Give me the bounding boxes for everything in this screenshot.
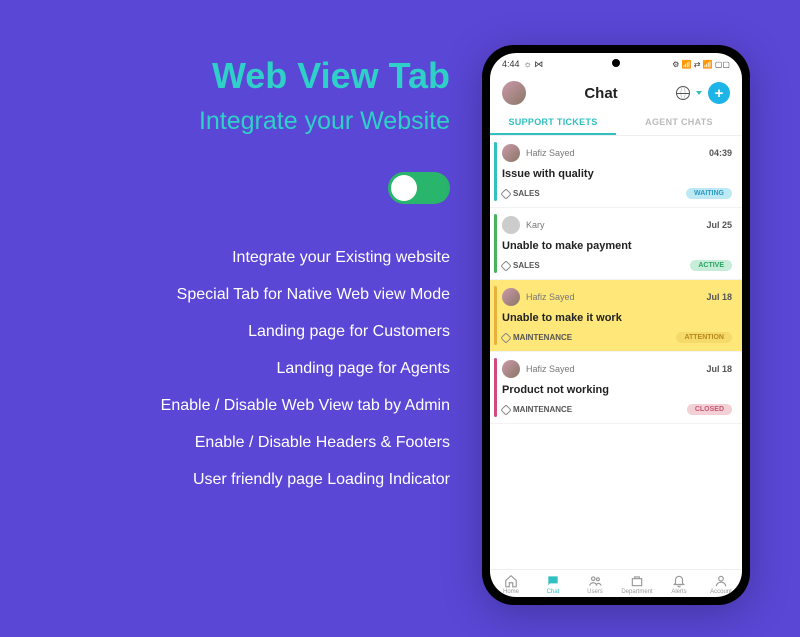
feature-item: Landing page for Customers <box>60 323 450 341</box>
ticket-author: Hafiz Sayed <box>526 148 703 158</box>
nav-label: Account <box>710 589 732 595</box>
ticket-row[interactable]: Hafiz Sayed Jul 18 Unable to make it wor… <box>490 280 742 352</box>
tag-icon <box>500 332 511 343</box>
priority-bar <box>494 214 497 273</box>
nav-chat[interactable]: Chat <box>532 574 574 595</box>
nav-label: Department <box>621 589 652 595</box>
screen-title: Chat <box>584 85 617 102</box>
tag-icon <box>500 404 511 415</box>
nav-home[interactable]: Home <box>490 574 532 595</box>
avatar[interactable] <box>502 81 526 105</box>
phone-mockup: 4:44 ☼ ⋈ ⚙ 📶 ⇄ 📶 ▢▢ Chat + SUPPORT TICKE… <box>482 45 750 605</box>
plus-icon: + <box>715 86 724 101</box>
ticket-tag: MAINTENANCE <box>502 333 572 342</box>
ticket-avatar <box>502 288 520 306</box>
ticket-avatar <box>502 144 520 162</box>
ticket-subject: Unable to make it work <box>502 312 732 324</box>
status-bar: 4:44 ☼ ⋈ ⚙ 📶 ⇄ 📶 ▢▢ <box>490 53 742 75</box>
status-right-icons: ⚙ 📶 ⇄ 📶 ▢▢ <box>672 60 730 69</box>
chevron-down-icon[interactable] <box>696 91 702 95</box>
feature-item: Enable / Disable Headers & Footers <box>60 434 450 452</box>
chat-icon <box>546 574 560 588</box>
ticket-time: Jul 18 <box>706 292 732 302</box>
bottom-nav: Home Chat Users Department Alerts Account <box>490 569 742 597</box>
tab-agent-chats[interactable]: AGENT CHATS <box>616 109 742 135</box>
status-badge: ACTIVE <box>690 260 732 271</box>
ticket-row[interactable]: Hafiz Sayed Jul 18 Product not working M… <box>490 352 742 424</box>
status-badge: CLOSED <box>687 404 732 415</box>
globe-icon[interactable] <box>676 86 690 100</box>
ticket-time: Jul 25 <box>706 220 732 230</box>
camera-hole-icon <box>612 59 620 67</box>
status-badge: ATTENTION <box>676 332 732 343</box>
ticket-subject: Issue with quality <box>502 168 732 180</box>
ticket-subject: Product not working <box>502 384 732 396</box>
webview-toggle[interactable] <box>388 172 450 204</box>
feature-list: Integrate your Existing website Special … <box>60 249 450 489</box>
account-icon <box>714 574 728 588</box>
ticket-avatar <box>502 360 520 378</box>
ticket-avatar <box>502 216 520 234</box>
promo-panel: Web View Tab Integrate your Website Inte… <box>0 0 480 508</box>
nav-account[interactable]: Account <box>700 574 742 595</box>
add-button[interactable]: + <box>708 82 730 104</box>
ticket-author: Hafiz Sayed <box>526 292 700 302</box>
ticket-subject: Unable to make payment <box>502 240 732 252</box>
ticket-author: Kary <box>526 220 700 230</box>
page-subtitle: Integrate your Website <box>60 107 450 136</box>
dept-icon <box>630 574 644 588</box>
nav-label: Chat <box>547 589 560 595</box>
nav-label: Users <box>587 589 603 595</box>
ticket-author: Hafiz Sayed <box>526 364 700 374</box>
tag-icon <box>500 188 511 199</box>
ticket-time: 04:39 <box>709 148 732 158</box>
tab-support-tickets[interactable]: SUPPORT TICKETS <box>490 109 616 135</box>
status-time: 4:44 <box>502 59 520 69</box>
ticket-tag: MAINTENANCE <box>502 405 572 414</box>
ticket-row[interactable]: Hafiz Sayed 04:39 Issue with quality SAL… <box>490 136 742 208</box>
nav-label: Alerts <box>671 589 686 595</box>
status-badge: WAITING <box>686 188 732 199</box>
ticket-tag: SALES <box>502 261 540 270</box>
nav-dept[interactable]: Department <box>616 574 658 595</box>
page-title: Web View Tab <box>60 55 450 97</box>
nav-users[interactable]: Users <box>574 574 616 595</box>
feature-item: User friendly page Loading Indicator <box>60 471 450 489</box>
tab-bar: SUPPORT TICKETS AGENT CHATS <box>490 109 742 136</box>
nav-bell[interactable]: Alerts <box>658 574 700 595</box>
nav-label: Home <box>503 589 519 595</box>
bell-icon <box>672 574 686 588</box>
feature-item: Special Tab for Native Web view Mode <box>60 286 450 304</box>
ticket-tag: SALES <box>502 189 540 198</box>
ticket-row[interactable]: Kary Jul 25 Unable to make payment SALES… <box>490 208 742 280</box>
feature-item: Enable / Disable Web View tab by Admin <box>60 397 450 415</box>
priority-bar <box>494 286 497 345</box>
phone-screen: 4:44 ☼ ⋈ ⚙ 📶 ⇄ 📶 ▢▢ Chat + SUPPORT TICKE… <box>490 53 742 597</box>
priority-bar <box>494 142 497 201</box>
users-icon <box>588 574 602 588</box>
feature-item: Integrate your Existing website <box>60 249 450 267</box>
app-header: Chat + <box>490 75 742 109</box>
tag-icon <box>500 260 511 271</box>
priority-bar <box>494 358 497 417</box>
feature-item: Landing page for Agents <box>60 360 450 378</box>
ticket-list: Hafiz Sayed 04:39 Issue with quality SAL… <box>490 136 742 569</box>
status-carrier-icons: ☼ ⋈ <box>524 59 544 70</box>
home-icon <box>504 574 518 588</box>
ticket-time: Jul 18 <box>706 364 732 374</box>
